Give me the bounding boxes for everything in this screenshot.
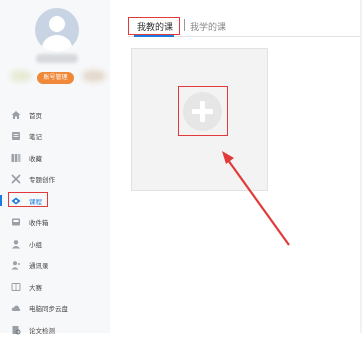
- sidebar-nav: 首页 笔记 收藏 专题创作 课程 收件箱 小组 通讯录 大赛 电脑同步云盘 论文…: [0, 104, 110, 341]
- user-icon: [11, 239, 21, 249]
- sidebar-item-topic-creation[interactable]: 专题创作: [0, 169, 110, 191]
- tab-my-teaching-courses[interactable]: 我教的课: [137, 20, 173, 33]
- add-course-button[interactable]: [178, 86, 228, 136]
- sidebar-item-label: 通讯录: [29, 262, 49, 271]
- blurred-username: [36, 54, 78, 63]
- sidebar-item-contacts[interactable]: 通讯录: [0, 255, 110, 277]
- account-management-button[interactable]: 账号管理: [37, 72, 74, 84]
- sidebar-item-label: 论文检测: [29, 326, 55, 335]
- sidebar-item-label: 笔记: [29, 133, 42, 142]
- tab-my-learning-courses[interactable]: 我学的课: [190, 20, 226, 33]
- cloud-icon: [11, 303, 21, 313]
- sidebar-item-inbox[interactable]: 收件箱: [0, 212, 110, 234]
- avatar-head: [49, 16, 65, 32]
- active-tab-underline: [134, 35, 174, 37]
- avatar-body: [42, 35, 72, 52]
- decorative-smudge: [82, 70, 106, 82]
- note-icon: [11, 131, 21, 141]
- sidebar-item-label: 大赛: [29, 283, 42, 292]
- contacts-icon: [11, 260, 21, 270]
- sidebar-item-cloud-sync[interactable]: 电脑同步云盘: [0, 298, 110, 320]
- active-indicator: [0, 195, 2, 206]
- sidebar-item-group[interactable]: 小组: [0, 233, 110, 255]
- avatar[interactable]: [35, 8, 79, 52]
- sidebar-item-label: 收件箱: [29, 219, 49, 228]
- inbox-icon: [11, 217, 21, 227]
- sidebar-item-label: 收藏: [29, 154, 42, 163]
- course-tabs: 我教的课 我学的课: [128, 14, 362, 37]
- course-icon: [11, 196, 21, 206]
- sidebar-item-label: 专题创作: [29, 176, 55, 185]
- sidebar-item-home[interactable]: 首页: [0, 104, 110, 126]
- contest-icon: [11, 282, 21, 292]
- sidebar-item-label: 首页: [29, 111, 42, 120]
- sidebar-item-label: 小组: [29, 240, 42, 249]
- tools-icon: [11, 174, 21, 184]
- sidebar-item-favorites[interactable]: 收藏: [0, 147, 110, 169]
- paper-check-icon: [11, 325, 21, 335]
- sidebar-item-contest[interactable]: 大赛: [0, 276, 110, 298]
- sidebar-item-notes[interactable]: 笔记: [0, 126, 110, 148]
- bookmark-icon: [11, 153, 21, 163]
- home-icon: [11, 110, 21, 120]
- sidebar: 账号管理 首页 笔记 收藏 专题创作 课程 收件箱 小组 通讯录 大赛 电脑同步…: [0, 0, 110, 335]
- tab-separator: [184, 19, 185, 31]
- sidebar-item-paper-check[interactable]: 论文检测: [0, 319, 110, 341]
- plus-icon: [183, 92, 222, 131]
- decorative-smudge: [10, 70, 32, 82]
- sidebar-item-label: 电脑同步云盘: [29, 305, 68, 314]
- sidebar-item-course[interactable]: 课程: [0, 190, 110, 212]
